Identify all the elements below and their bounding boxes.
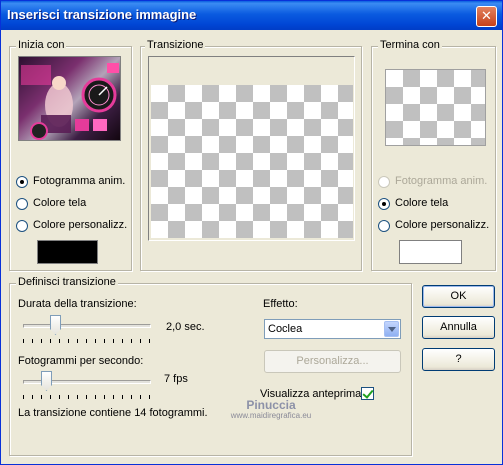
end-color-swatch[interactable]: [399, 240, 462, 264]
close-icon: ✕: [481, 8, 492, 23]
radio-icon: [378, 197, 390, 210]
start-group-label: Inizia con: [16, 39, 67, 51]
watermark: Pinuccia www.maidiregrafica.eu: [221, 398, 321, 420]
end-option-custom-color[interactable]: Colore personalizz.: [378, 219, 489, 232]
effect-select[interactable]: Coclea: [264, 319, 401, 339]
start-group: Inizia con Fotogramma anim. Colore tela: [9, 39, 132, 271]
preview-checkbox[interactable]: [361, 387, 374, 400]
radio-icon: [16, 175, 28, 188]
cancel-button[interactable]: Annulla: [422, 316, 495, 339]
start-option-custom-color[interactable]: Colore personalizz.: [16, 219, 127, 232]
customize-button[interactable]: Personalizza...: [264, 350, 401, 373]
close-button[interactable]: ✕: [476, 6, 497, 27]
end-thumbnail: [385, 69, 486, 146]
duration-label: Durata della transizione:: [18, 298, 137, 310]
radio-icon: [16, 197, 28, 210]
end-group: Termina con Fotogramma anim. Colore tela…: [371, 39, 496, 271]
radio-icon: [378, 175, 390, 188]
start-option-canvas-color[interactable]: Colore tela: [16, 197, 86, 210]
duration-slider-track[interactable]: [23, 324, 151, 328]
radio-icon: [378, 219, 390, 232]
title-bar[interactable]: Inserisci transizione immagine ✕: [1, 1, 502, 30]
start-thumbnail: [18, 56, 121, 141]
fps-slider-thumb[interactable]: [41, 371, 52, 391]
transition-preview-frame: [148, 56, 355, 241]
chevron-down-icon[interactable]: [384, 321, 399, 337]
watermark-url: www.maidiregrafica.eu: [230, 411, 312, 420]
fps-label: Fotogrammi per secondo:: [18, 355, 144, 367]
effect-label: Effetto:: [263, 298, 298, 310]
duration-slider-thumb[interactable]: [50, 315, 61, 335]
transition-group: Transizione: [140, 39, 362, 271]
dialog-window: Inserisci transizione immagine ✕ Inizia …: [0, 0, 503, 465]
start-option-frame[interactable]: Fotogramma anim.: [16, 175, 125, 188]
duration-slider-ticks: [23, 339, 151, 343]
watermark-name: Pinuccia: [246, 398, 296, 412]
dialog-title: Inserisci transizione immagine: [7, 7, 197, 22]
define-transition-label: Definisci transizione: [16, 276, 118, 288]
end-group-label: Termina con: [378, 39, 442, 51]
duration-value: 2,0 sec.: [166, 321, 205, 333]
end-option-canvas-color[interactable]: Colore tela: [378, 197, 448, 210]
transition-preview: [151, 85, 353, 238]
help-button[interactable]: ?: [422, 348, 495, 371]
transition-group-label: Transizione: [145, 39, 206, 51]
frame-count-summary: La transizione contiene 14 fotogrammi.: [18, 407, 208, 419]
animation-frame-thumbnail-icon: [21, 63, 119, 140]
end-option-frame[interactable]: Fotogramma anim.: [378, 175, 487, 188]
radio-icon: [16, 219, 28, 232]
ok-button[interactable]: OK: [422, 285, 495, 308]
define-transition-group: Definisci transizione Durata della trans…: [9, 276, 412, 456]
start-color-swatch[interactable]: [37, 240, 98, 264]
fps-slider-ticks: [23, 395, 151, 399]
effect-selected-value: Coclea: [268, 323, 303, 335]
fps-value: 7 fps: [164, 373, 188, 385]
